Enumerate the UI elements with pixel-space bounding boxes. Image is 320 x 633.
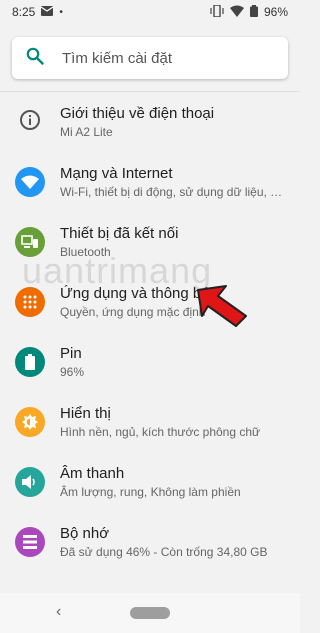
list-item-apps-notifications[interactable]: Ứng dụng và thông báo Quyền, ứng dụng mặ… bbox=[0, 272, 300, 332]
list-item-battery[interactable]: Pin 96% bbox=[0, 332, 300, 392]
item-subtitle: Wi-Fi, thiết bị di động, sử dụng dữ liệu… bbox=[60, 185, 288, 199]
list-item-sound[interactable]: Âm thanh Âm lượng, rung, Không làm phiền bbox=[0, 452, 300, 512]
display-icon bbox=[15, 407, 45, 437]
item-title: Ứng dụng và thông báo bbox=[60, 285, 218, 302]
list-item-about-phone[interactable]: Giới thiệu về điện thoại Mi A2 Lite bbox=[0, 92, 300, 152]
status-bar: 8:25 • 96% bbox=[0, 0, 300, 24]
red-arrow-annotation bbox=[197, 285, 247, 327]
dot-icon: • bbox=[59, 6, 63, 18]
item-title: Mạng và Internet bbox=[60, 165, 173, 182]
list-item-display[interactable]: Hiển thị Hình nền, ngủ, kích thước phông… bbox=[0, 392, 300, 452]
back-icon[interactable]: ‹ bbox=[56, 603, 61, 621]
list-item-connected-devices[interactable]: Thiết bị đã kết nối Bluetooth bbox=[0, 212, 300, 272]
info-icon bbox=[19, 109, 41, 136]
mail-icon bbox=[41, 5, 54, 19]
status-time: 8:25 bbox=[12, 5, 36, 19]
item-title: Âm thanh bbox=[60, 465, 125, 482]
item-title: Hiển thị bbox=[60, 405, 111, 422]
battery-status-icon bbox=[249, 4, 258, 20]
vibrate-icon bbox=[210, 3, 224, 20]
battery-icon bbox=[15, 347, 45, 377]
navigation-bar: ‹ bbox=[0, 593, 300, 633]
item-subtitle: 96% bbox=[60, 365, 85, 379]
devices-icon bbox=[15, 227, 45, 257]
item-subtitle: Đã sử dụng 46% - Còn trống 34,80 GB bbox=[60, 545, 268, 559]
battery-percent: 96% bbox=[263, 5, 288, 19]
sound-icon bbox=[15, 467, 45, 497]
list-item-storage[interactable]: Bộ nhớ Đã sử dụng 46% - Còn trống 34,80 … bbox=[0, 512, 300, 572]
wifi-status-icon bbox=[229, 5, 244, 20]
wifi-icon bbox=[15, 167, 45, 197]
item-title: Thiết bị đã kết nối bbox=[60, 225, 179, 242]
item-subtitle: Bluetooth bbox=[60, 245, 111, 259]
apps-icon bbox=[15, 287, 45, 317]
storage-icon bbox=[15, 527, 45, 557]
item-title: Giới thiệu về điện thoại bbox=[60, 105, 215, 122]
search-icon bbox=[26, 47, 44, 70]
item-title: Bộ nhớ bbox=[60, 525, 110, 542]
search-placeholder: Tìm kiếm cài đặt bbox=[62, 49, 173, 67]
list-item-network[interactable]: Mạng và Internet Wi-Fi, thiết bị di động… bbox=[0, 152, 300, 212]
item-subtitle: Âm lượng, rung, Không làm phiền bbox=[60, 485, 241, 499]
item-subtitle: Quyền, ứng dụng mặc định bbox=[60, 305, 206, 319]
item-title: Pin bbox=[60, 345, 82, 362]
search-input[interactable]: Tìm kiếm cài đặt bbox=[12, 37, 288, 79]
item-subtitle: Mi A2 Lite bbox=[60, 125, 113, 139]
item-subtitle: Hình nền, ngủ, kích thước phông chữ bbox=[60, 425, 261, 439]
home-button[interactable] bbox=[130, 607, 170, 619]
settings-list: Giới thiệu về điện thoại Mi A2 Lite Mạng… bbox=[0, 91, 300, 594]
